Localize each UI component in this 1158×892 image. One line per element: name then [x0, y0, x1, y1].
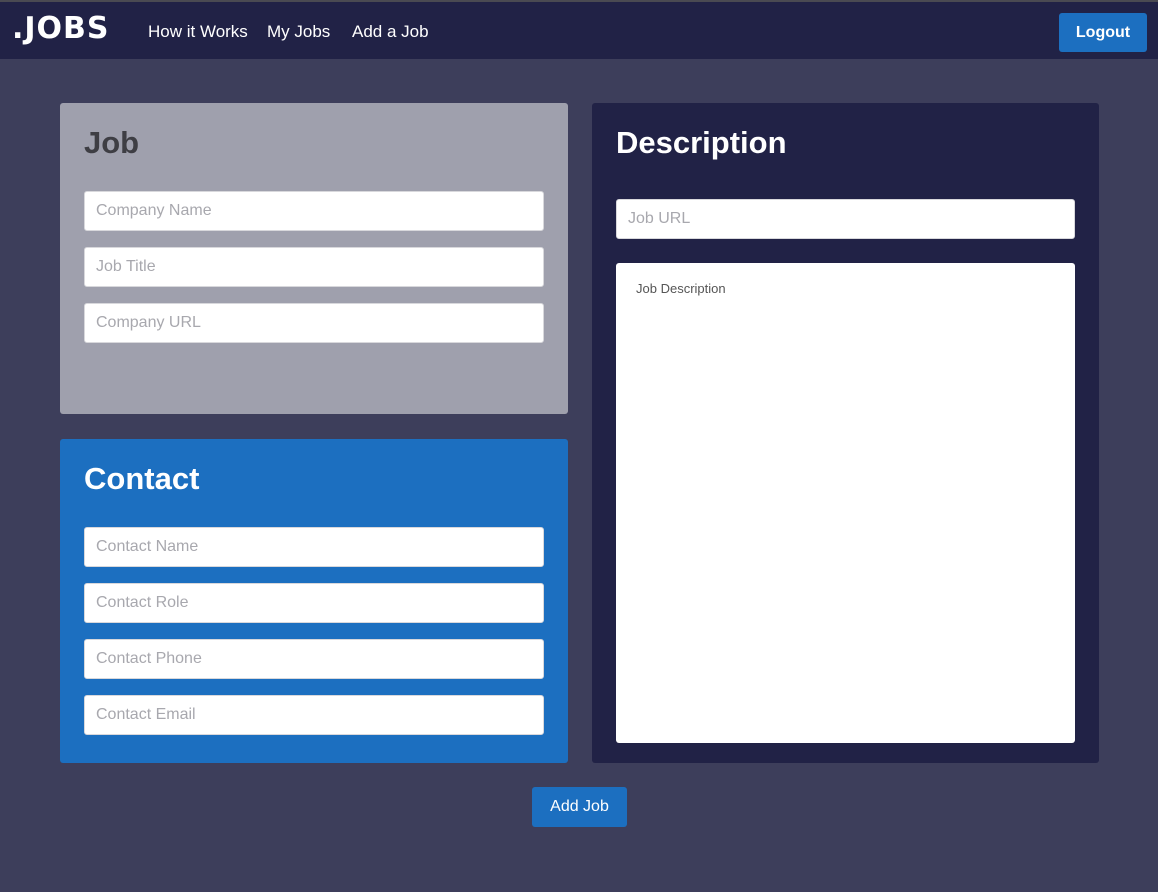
site-logo[interactable]: .JOBS	[12, 14, 110, 44]
company-name-input[interactable]	[84, 191, 544, 231]
contact-panel: Contact	[60, 439, 568, 763]
job-title-input[interactable]	[84, 247, 544, 287]
nav-link-how-it-works[interactable]: How it Works	[148, 22, 248, 42]
contact-role-input[interactable]	[84, 583, 544, 623]
nav-link-my-jobs[interactable]: My Jobs	[267, 22, 330, 42]
contact-panel-title: Contact	[84, 461, 200, 496]
company-url-input[interactable]	[84, 303, 544, 343]
contact-email-input[interactable]	[84, 695, 544, 735]
description-panel-title: Description	[616, 125, 787, 160]
add-job-button[interactable]: Add Job	[532, 787, 627, 827]
top-navbar: .JOBS How it Works My Jobs Add a Job Log…	[0, 0, 1158, 59]
contact-name-input[interactable]	[84, 527, 544, 567]
job-panel: Job	[60, 103, 568, 414]
nav-link-add-a-job[interactable]: Add a Job	[352, 22, 429, 42]
job-url-input[interactable]	[616, 199, 1075, 239]
contact-phone-input[interactable]	[84, 639, 544, 679]
logout-button[interactable]: Logout	[1059, 13, 1147, 52]
job-description-textarea[interactable]	[616, 263, 1075, 743]
job-panel-title: Job	[84, 125, 140, 160]
description-panel: Description	[592, 103, 1099, 763]
